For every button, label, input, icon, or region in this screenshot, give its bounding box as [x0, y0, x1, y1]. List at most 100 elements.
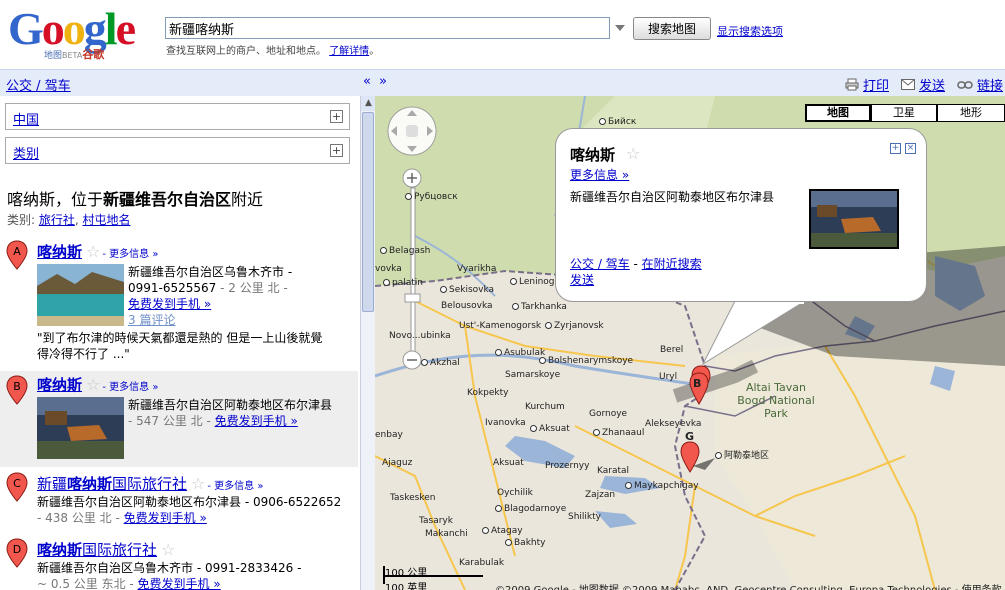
category-village-link[interactable]: 村屯地名 [83, 213, 131, 227]
city-label: Zajzan [585, 490, 616, 500]
city-label: Berel [660, 345, 684, 355]
maximize-icon[interactable]: + [890, 143, 901, 154]
transit-driving-link[interactable]: 公交 / 驾车 [6, 75, 71, 94]
send-to-phone-link[interactable]: 免费发到手机 » [124, 511, 207, 525]
result-title-link[interactable]: 喀纳斯国际旅行社 [37, 541, 157, 559]
country-filter-link[interactable]: 中国 [13, 109, 39, 128]
city-label: Vyarikha [457, 264, 497, 274]
search-history-dropdown-icon[interactable] [612, 20, 628, 36]
city-label: Aksuat [493, 458, 524, 468]
link-link[interactable]: 链接 [977, 75, 1003, 94]
chain-link-icon [957, 80, 973, 89]
collapse-panel-button[interactable]: « [360, 74, 374, 89]
star-icon[interactable]: ☆ [626, 144, 640, 163]
city-label: Bolshenarymskoye [539, 356, 633, 366]
map-marker-g-label: G [685, 430, 695, 443]
info-more-link[interactable]: 更多信息 » [570, 166, 629, 183]
search-input[interactable] [165, 17, 610, 39]
result-thumbnail[interactable] [37, 397, 124, 459]
star-icon[interactable]: ☆ [86, 242, 100, 261]
city-label: Kurchum [525, 402, 565, 412]
result-title-link[interactable]: 新疆喀纳斯国际旅行社 [37, 475, 187, 493]
city-label: Maykapchigay [625, 481, 699, 491]
send-tool[interactable]: 发送 [901, 75, 945, 94]
expand-plus-icon[interactable]: + [330, 144, 343, 157]
result-thumbnail[interactable] [37, 264, 124, 326]
marker-c-icon[interactable]: C [6, 472, 28, 502]
info-window-photo[interactable] [809, 189, 899, 249]
city-label: Oychilik [497, 488, 533, 498]
city-label: Aksuat [530, 424, 570, 434]
marker-d-icon[interactable]: D [6, 538, 28, 568]
city-label: Tasaryk [419, 516, 453, 526]
send-to-phone-link[interactable]: 免费发到手机 » [215, 414, 298, 428]
close-icon[interactable]: × [905, 143, 916, 154]
city-label: Samarskoye [505, 370, 561, 380]
star-icon[interactable]: ☆ [161, 540, 175, 559]
result-title: 喀纳斯 ☆ - 更多信息 » [37, 374, 158, 395]
panel-toggle: «» [360, 74, 392, 89]
info-search-nearby-link[interactable]: 在附近搜索 [642, 257, 702, 271]
info-directions-link[interactable]: 公交 / 驾车 [570, 257, 630, 271]
result-review-snippet: "到了布尔津的時候天氣都還是熱的 但是一上山後就覺 得冷得不行了 ..." [37, 331, 323, 361]
map-marker-b-label: B [693, 377, 702, 390]
more-info-link[interactable]: - 更多信息 » [102, 249, 158, 260]
send-to-phone-link[interactable]: 免费发到手机 » [138, 577, 221, 590]
result-title-link[interactable]: 喀纳斯 [37, 243, 82, 261]
sidebar-scrollbar[interactable]: ▲ [360, 96, 376, 590]
result-item-b: B 喀纳斯 ☆ - 更多信息 » 新疆维吾尔自治区阿勒泰地区布尔津县 - 547 公… [0, 371, 358, 467]
svg-text:C: C [13, 477, 21, 490]
map-marker-g[interactable] [680, 441, 715, 473]
send-link[interactable]: 发送 [919, 75, 945, 94]
info-send-link[interactable]: 发送 [570, 273, 594, 287]
send-to-phone-link[interactable]: 免费发到手机 » [128, 297, 211, 311]
print-link[interactable]: 打印 [863, 75, 889, 94]
city-label: Zyrjanovsk [545, 321, 604, 331]
toolbar: 公交 / 驾车 «» 打印 发送 链接 [0, 69, 1005, 96]
header: Google 地图BETA谷歌 搜索地图 显示搜索选项 查找互联网上的商户、地址… [0, 0, 1005, 69]
result-address: 新疆维吾尔自治区乌鲁木齐市 - 0991-6525567 - 2 公里 北 - … [128, 265, 293, 327]
info-window: 喀纳斯 ☆ 更多信息 » 新疆维吾尔自治区阿勒泰地区布尔津县 公交 / 驾车 -… [555, 128, 927, 302]
link-tool[interactable]: 链接 [957, 75, 1003, 94]
svg-text:A: A [13, 245, 21, 258]
result-title-link[interactable]: 喀纳斯 [37, 376, 82, 394]
marker-a-icon[interactable]: A [6, 240, 28, 270]
expand-plus-icon[interactable]: + [330, 110, 343, 123]
more-info-link[interactable]: - 更多信息 » [207, 481, 263, 492]
print-tool[interactable]: 打印 [845, 75, 889, 94]
learn-more-link[interactable]: 了解详情 [329, 46, 369, 57]
reviews-link[interactable]: 3 篇评论 [128, 313, 175, 327]
city-label: palatin [383, 278, 423, 288]
map-canvas[interactable]: Altai Tavan Bogd National Park Бийск Руб… [375, 96, 1005, 590]
city-label: Atagay [482, 526, 523, 536]
map-type-satellite-button[interactable]: 卫星 [871, 104, 937, 122]
map-copyright: ©2009 Google - 地图数据 ©2009 Mapabc, AND, G… [495, 581, 1002, 590]
map-type-map-button[interactable]: 地图 [805, 104, 871, 122]
result-item-d: D 喀纳斯国际旅行社 ☆ 新疆维吾尔自治区乌鲁木齐市 - 0991-2833426… [0, 536, 358, 590]
city-label: Belagash [380, 246, 430, 256]
city-label: 阿勒泰地区 [715, 448, 769, 461]
star-icon[interactable]: ☆ [191, 474, 205, 493]
scroll-up-arrow-icon[interactable]: ▲ [361, 96, 376, 111]
scrollbar-thumb[interactable] [362, 112, 374, 312]
category-filter-link[interactable]: 类别 [13, 143, 39, 162]
result-address: 新疆维吾尔自治区阿勒泰地区布尔津县 - 547 公里 北 - 免费发到手机 » [128, 398, 333, 428]
svg-text:D: D [13, 543, 21, 556]
category-travel-agency-link[interactable]: 旅行社 [39, 213, 75, 227]
star-icon[interactable]: ☆ [86, 375, 100, 394]
city-label: vovka [375, 264, 402, 274]
map-type-terrain-button[interactable]: 地形 [937, 104, 1005, 122]
marker-b-icon[interactable]: B [6, 375, 28, 405]
show-search-options-link[interactable]: 显示搜索选项 [717, 23, 783, 39]
city-label: Ajaguz [382, 458, 413, 468]
info-window-address: 新疆维吾尔自治区阿勒泰地区布尔津县 [570, 190, 775, 204]
google-maps-logo[interactable]: Google 地图BETA谷歌 [8, 6, 158, 62]
search-maps-button[interactable]: 搜索地图 [633, 17, 711, 40]
search-hint: 查找互联网上的商户、地址和地点。 了解详情。 [166, 46, 380, 57]
city-label: Ivanovka [485, 418, 526, 428]
city-label: Karatal [597, 466, 630, 476]
results-sidebar: 中国 + 类别 + 喀纳斯，位于新疆维吾尔自治区附近 类别: 旅行社, 村屯地名… [0, 96, 360, 590]
more-info-link[interactable]: - 更多信息 » [102, 382, 158, 393]
expand-panel-button[interactable]: » [376, 74, 390, 89]
envelope-icon [901, 79, 915, 90]
